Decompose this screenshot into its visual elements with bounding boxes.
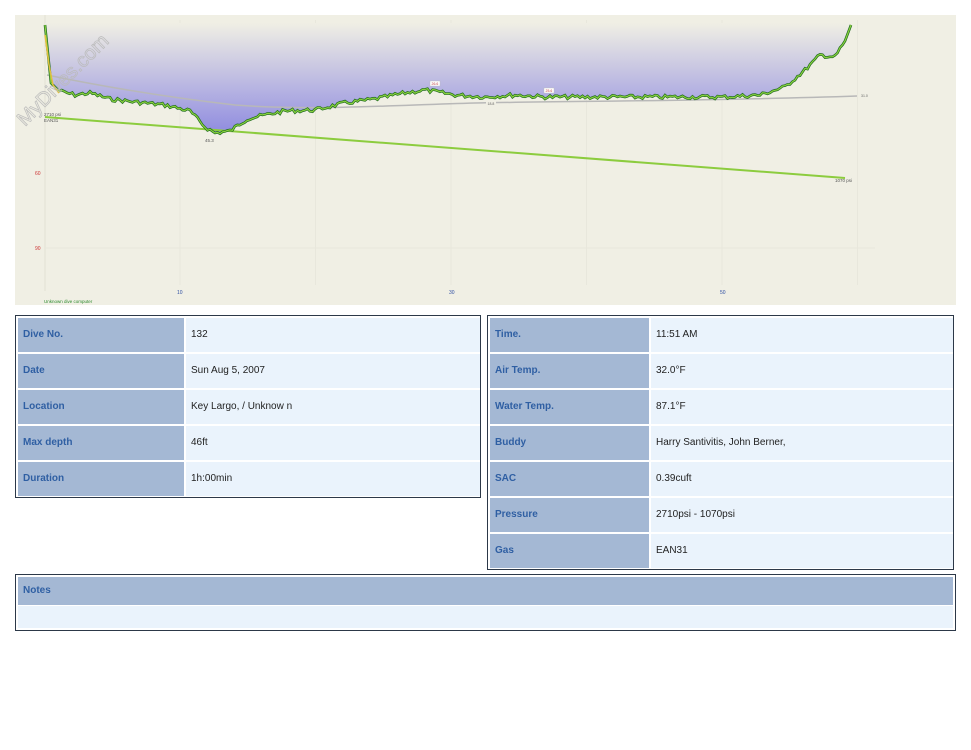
value-sac: 0.39cuft (651, 462, 953, 496)
time-axis-label: 30 (449, 290, 455, 296)
label-time: Time. (490, 318, 649, 352)
value-water-temp: 87.1°F (651, 390, 953, 424)
label-max-depth: Max depth (18, 426, 184, 460)
value-air-temp: 32.0°F (651, 354, 953, 388)
dive-info-table: Dive No. 132 Date Sun Aug 5, 2007 Locati… (15, 315, 481, 498)
time-axis-label: 10 (177, 290, 183, 296)
value-duration: 1h:00min (186, 462, 480, 496)
dive-computer-label: Unknown dive computer (44, 299, 93, 304)
label-air-temp: Air Temp. (490, 354, 649, 388)
dive-profile-chart: MyDives.com 2710 psi EAN31 1070 psi 45.3… (15, 15, 956, 305)
marker-label: 25.6 (546, 89, 553, 93)
value-max-depth: 46ft (186, 426, 480, 460)
value-dive-no: 132 (186, 318, 480, 352)
value-date: Sun Aug 5, 2007 (186, 354, 480, 388)
notes-header: Notes (18, 577, 953, 605)
marker-label: 26.6 (432, 82, 439, 86)
label-sac: SAC (490, 462, 649, 496)
marker-box: 25.6 (543, 87, 555, 94)
label-gas: Gas (490, 534, 649, 568)
depth-area-fill (45, 23, 851, 134)
temperature-label: 31.0 (861, 94, 868, 98)
label-location: Location (18, 390, 184, 424)
gas-label: EAN31 (44, 118, 59, 123)
start-pressure-label: 2710 psi (44, 112, 61, 117)
value-location: Key Largo, / Unknow n (186, 390, 480, 424)
label-dive-no: Dive No. (18, 318, 184, 352)
depth-axis-label: 60 (35, 171, 41, 177)
marker-label: 18.8 (488, 102, 495, 106)
label-pressure: Pressure (490, 498, 649, 532)
end-pressure-label: 1070 psi (835, 178, 852, 183)
marker-box: 18.8 (486, 101, 496, 106)
dive-conditions-table: Time. 11:51 AM Air Temp. 32.0°F Water Te… (487, 315, 954, 570)
max-depth-marker: 45.3 (205, 138, 214, 143)
value-gas: EAN31 (651, 534, 953, 568)
marker-box: 26.6 (429, 80, 441, 87)
label-date: Date (18, 354, 184, 388)
time-axis-label: 50 (720, 290, 726, 296)
value-pressure: 2710psi - 1070psi (651, 498, 953, 532)
pressure-line (44, 116, 846, 179)
dive-profile-svg: MyDives.com 2710 psi EAN31 1070 psi 45.3… (15, 15, 875, 304)
notes-body (18, 606, 953, 628)
label-buddy: Buddy (490, 426, 649, 460)
label-duration: Duration (18, 462, 184, 496)
label-water-temp: Water Temp. (490, 390, 649, 424)
depth-axis-label: 90 (35, 246, 41, 252)
value-time: 11:51 AM (651, 318, 953, 352)
notes-section: Notes (15, 574, 956, 631)
value-buddy: Harry Santivitis, John Berner, (651, 426, 953, 460)
